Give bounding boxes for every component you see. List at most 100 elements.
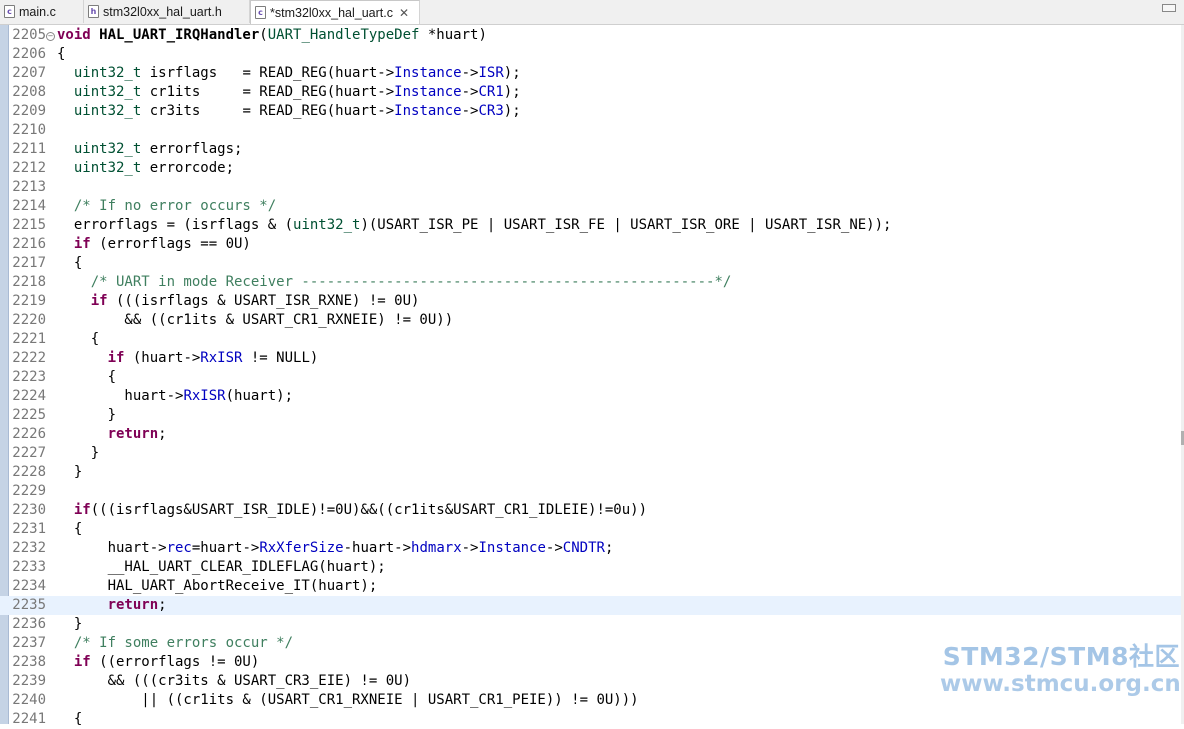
code-line[interactable]: 2213 [0, 178, 1184, 197]
code-token: RxISR [183, 388, 226, 404]
code-line[interactable]: 2221 { [0, 330, 1184, 349]
watermark-line2: www.stmcu.org.cn [940, 671, 1181, 697]
code-token: HAL_UART_IRQHandler [90, 27, 260, 43]
code-token: -> [461, 65, 479, 81]
code-line[interactable]: 2230 if(((isrflags&USART_ISR_IDLE)!=0U)&… [0, 501, 1184, 520]
code-line[interactable]: 2223 { [0, 368, 1184, 387]
code-text: uint32_t errorflags; [57, 140, 243, 159]
code-line[interactable]: 2206 { [0, 45, 1184, 64]
code-line[interactable]: 2241 { [0, 710, 1184, 729]
code-text: { [57, 520, 82, 539]
code-token: -> [461, 103, 479, 119]
code-token: ( [259, 27, 268, 43]
line-number: 2225 [12, 407, 46, 423]
line-number: 2215 [12, 217, 46, 233]
code-line[interactable]: 2225 } [0, 406, 1184, 425]
code-line[interactable]: 2210 [0, 121, 1184, 140]
code-token: -> [545, 540, 563, 556]
code-token: (((isrflags & USART_ISR_RXNE) != 0U) [107, 293, 420, 309]
line-number: 2214 [12, 198, 46, 214]
code-line[interactable]: 2228 } [0, 463, 1184, 482]
code-token: if [90, 293, 108, 309]
code-text: return; [57, 425, 167, 444]
code-text: } [57, 406, 116, 425]
editor-tab-bar: c main.c h stm32l0xx_hal_uart.h c *stm32… [0, 0, 1184, 25]
tab-stm32l0xx-hal-uart-c[interactable]: c *stm32l0xx_hal_uart.c ✕ [250, 0, 420, 24]
code-token: ((errorflags != 0U) [90, 654, 260, 670]
code-token: { [57, 711, 83, 727]
code-text: } [57, 615, 82, 634]
code-text: if ((errorflags != 0U) [57, 653, 259, 672]
code-token: && ((cr1its & USART_CR1_RXNEIE) != 0U)) [57, 312, 454, 328]
code-text: if (errorflags == 0U) [57, 235, 251, 254]
code-line[interactable]: 2227 } [0, 444, 1184, 463]
code-text: void HAL_UART_IRQHandler(UART_HandleType… [57, 26, 487, 45]
code-line[interactable]: 2222 if (huart->RxISR != NULL) [0, 349, 1184, 368]
code-line[interactable]: 2212 uint32_t errorcode; [0, 159, 1184, 178]
code-line[interactable]: 2208 uint32_t cr1its = READ_REG(huart->I… [0, 83, 1184, 102]
line-number: 2221 [12, 331, 46, 347]
code-line[interactable]: 2231 { [0, 520, 1184, 539]
code-line[interactable]: 2236 } [0, 615, 1184, 634]
close-icon[interactable]: ✕ [399, 6, 409, 20]
code-token: if [73, 502, 91, 518]
code-token: } [57, 445, 100, 461]
code-line[interactable]: 2214 /* If no error occurs */ [0, 197, 1184, 216]
code-text: && ((cr1its & USART_CR1_RXNEIE) != 0U)) [57, 311, 453, 330]
code-line[interactable]: 2217 { [0, 254, 1184, 273]
code-text: { [57, 45, 65, 64]
code-token: Instance [394, 65, 462, 81]
code-line[interactable]: 2207 uint32_t isrflags = READ_REG(huart-… [0, 64, 1184, 83]
tab-main-c[interactable]: c main.c [0, 0, 84, 23]
code-line[interactable]: 2232 huart->rec=huart->RxXferSize-huart-… [0, 539, 1184, 558]
line-number: 2240 [12, 692, 46, 708]
tab-stm32l0xx-hal-uart-h[interactable]: h stm32l0xx_hal_uart.h [84, 0, 250, 23]
watermark-line1: STM32/STM8社区 [942, 642, 1180, 671]
code-token: =huart-> [191, 540, 260, 556]
code-line[interactable]: 2219 if (((isrflags & USART_ISR_RXNE) !=… [0, 292, 1184, 311]
code-text: } [57, 463, 82, 482]
code-token: isrflags = READ_REG(huart-> [141, 65, 395, 81]
c-file-icon: c [255, 6, 266, 19]
code-token: Instance [478, 540, 546, 556]
tab-label: *stm32l0xx_hal_uart.c [270, 5, 393, 20]
code-token: ); [503, 65, 521, 81]
code-text: HAL_UART_AbortReceive_IT(huart); [57, 577, 378, 596]
code-line[interactable]: 2234 HAL_UART_AbortReceive_IT(huart); [0, 577, 1184, 596]
line-number: 2241 [12, 711, 46, 727]
code-text: /* UART in mode Receiver ---------------… [57, 273, 732, 292]
code-token: (((isrflags&USART_ISR_IDLE)!=0U)&&((cr1i… [90, 502, 648, 518]
minimize-button[interactable] [1162, 4, 1176, 12]
code-token: return [107, 597, 159, 613]
code-token: uint32_t [73, 103, 142, 119]
line-number: 2236 [12, 616, 46, 632]
code-token: cr1its = READ_REG(huart-> [141, 84, 395, 100]
line-number: 2222 [12, 350, 46, 366]
code-token: ISR [478, 65, 504, 81]
code-line[interactable]: 2220 && ((cr1its & USART_CR1_RXNEIE) != … [0, 311, 1184, 330]
fold-toggle-icon[interactable]: − [46, 32, 55, 41]
code-line[interactable]: 2235 return; [0, 596, 1184, 615]
line-number: 2231 [12, 521, 46, 537]
code-line[interactable]: 2218 /* UART in mode Receiver ----------… [0, 273, 1184, 292]
code-text: huart->RxISR(huart); [57, 387, 293, 406]
code-line[interactable]: 2205− void HAL_UART_IRQHandler(UART_Handl… [0, 26, 1184, 45]
code-line[interactable]: 2229 [0, 482, 1184, 501]
line-number: 2211 [12, 141, 46, 157]
code-line[interactable]: 2216 if (errorflags == 0U) [0, 235, 1184, 254]
code-line[interactable]: 2211 uint32_t errorflags; [0, 140, 1184, 159]
code-line[interactable]: 2215 errorflags = (isrflags & (uint32_t)… [0, 216, 1184, 235]
code-line[interactable]: 2224 huart->RxISR(huart); [0, 387, 1184, 406]
line-number: 2230 [12, 502, 46, 518]
code-text: return; [57, 596, 167, 615]
code-token: )(USART_ISR_PE | USART_ISR_FE | USART_IS… [360, 217, 892, 233]
code-editor[interactable]: 2205− void HAL_UART_IRQHandler(UART_Handl… [0, 25, 1184, 727]
code-line[interactable]: 2226 return; [0, 425, 1184, 444]
line-number: 2232 [12, 540, 46, 556]
code-text: errorflags = (isrflags & (uint32_t)(USAR… [57, 216, 892, 235]
code-token: __HAL_UART_CLEAR_IDLEFLAG(huart); [57, 559, 386, 575]
code-line[interactable]: 2209 uint32_t cr3its = READ_REG(huart->I… [0, 102, 1184, 121]
code-line[interactable]: 2233 __HAL_UART_CLEAR_IDLEFLAG(huart); [0, 558, 1184, 577]
